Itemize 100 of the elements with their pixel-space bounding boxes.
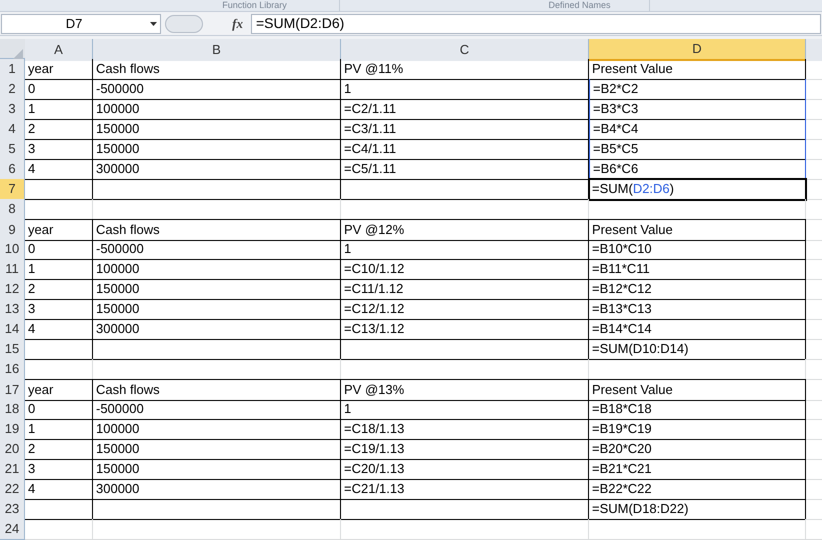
table-cell[interactable]: 2 [25,279,93,300]
table-cell[interactable]: =C19/1.13 [341,439,589,460]
table-cell[interactable]: year [25,379,93,400]
table-cell[interactable]: 2 [25,439,93,460]
table-cell[interactable]: 150000 [93,299,341,320]
table-cell[interactable]: 150000 [93,439,341,460]
table-cell[interactable]: 150000 [93,139,341,160]
table-cell[interactable]: 0 [25,79,93,100]
formula-field[interactable]: =SUM(D2:D6) [251,14,821,34]
table-cell[interactable]: year [25,219,93,240]
table-cell[interactable]: =B6*C6 [589,159,806,180]
table-cell[interactable]: =C20/1.13 [341,459,589,480]
table-cell[interactable]: =C11/1.12 [341,279,589,300]
row-header[interactable]: 9 [0,219,25,240]
resize-handle[interactable] [165,14,203,32]
table-cell[interactable]: =B21*C21 [589,459,806,480]
row-header[interactable]: 16 [0,359,25,380]
row-header[interactable]: 13 [0,299,25,320]
table-cell[interactable]: PV @11% [341,59,589,80]
table-cell[interactable]: 1 [341,239,589,260]
row-header[interactable]: 23 [0,499,25,520]
row-header[interactable]: 21 [0,459,25,480]
table-cell[interactable]: 300000 [93,159,341,180]
row-header[interactable]: 11 [0,259,25,280]
table-cell[interactable]: =SUM(D2:D6) [589,179,806,200]
table-cell[interactable]: 1 [341,399,589,420]
row-header[interactable]: 2 [0,79,25,100]
table-cell[interactable]: =B20*C20 [589,439,806,460]
table-cell[interactable] [93,339,341,360]
table-cell[interactable]: 3 [25,139,93,160]
table-cell[interactable]: 1 [341,79,589,100]
row-header[interactable]: 20 [0,439,25,460]
table-cell[interactable]: 3 [25,459,93,480]
row-header[interactable]: 15 [0,339,25,360]
table-cell[interactable]: =B2*C2 [589,79,806,100]
table-cell[interactable]: PV @13% [341,379,589,400]
table-cell[interactable]: 1 [25,99,93,120]
row-header[interactable]: 12 [0,279,25,300]
table-cell[interactable]: 150000 [93,279,341,300]
table-cell[interactable]: -500000 [93,79,341,100]
table-cell[interactable]: 3 [25,299,93,320]
table-cell[interactable]: -500000 [93,399,341,420]
table-cell[interactable] [93,179,341,200]
row-header[interactable]: 17 [0,379,25,400]
table-cell[interactable]: -500000 [93,239,341,260]
table-cell[interactable]: =C21/1.13 [341,479,589,500]
table-cell[interactable]: =B18*C18 [589,399,806,420]
table-cell[interactable]: 4 [25,319,93,340]
row-header[interactable]: 24 [0,519,25,540]
table-cell[interactable]: =C10/1.12 [341,259,589,280]
column-header[interactable]: D [589,39,806,60]
table-cell[interactable]: =C3/1.11 [341,119,589,140]
table-cell[interactable]: Cash flows [93,59,341,80]
column-header[interactable]: B [93,39,341,60]
row-header[interactable]: 8 [0,199,25,220]
table-cell[interactable]: 300000 [93,479,341,500]
table-cell[interactable]: 1 [25,259,93,280]
table-cell[interactable]: year [25,59,93,80]
row-header[interactable]: 19 [0,419,25,440]
table-cell[interactable]: =B11*C11 [589,259,806,280]
table-cell[interactable] [93,499,341,520]
table-cell[interactable]: =C18/1.13 [341,419,589,440]
table-cell[interactable]: =B13*C13 [589,299,806,320]
table-cell[interactable]: =B5*C5 [589,139,806,160]
table-cell[interactable]: =B19*C19 [589,419,806,440]
table-cell[interactable]: =C13/1.12 [341,319,589,340]
table-cell[interactable]: Present Value [589,379,806,400]
table-cell[interactable]: 4 [25,479,93,500]
row-header[interactable]: 18 [0,399,25,420]
table-cell[interactable]: 150000 [93,119,341,140]
table-cell[interactable]: =B22*C22 [589,479,806,500]
table-cell[interactable]: =B3*C3 [589,99,806,120]
table-cell[interactable]: =C4/1.11 [341,139,589,160]
table-cell[interactable] [25,179,93,200]
column-header[interactable]: C [341,39,589,60]
table-cell[interactable] [341,499,589,520]
row-header[interactable]: 7 [0,179,25,200]
table-cell[interactable]: 0 [25,239,93,260]
table-cell[interactable]: 2 [25,119,93,140]
table-cell[interactable]: PV @12% [341,219,589,240]
table-cell[interactable]: 100000 [93,419,341,440]
table-cell[interactable]: =SUM(D18:D22) [589,499,806,520]
table-cell[interactable]: Present Value [589,219,806,240]
name-box[interactable]: D7 [1,14,161,34]
table-cell[interactable]: =C12/1.12 [341,299,589,320]
table-cell[interactable]: 150000 [93,459,341,480]
table-cell[interactable]: 100000 [93,259,341,280]
row-header[interactable]: 1 [0,59,25,80]
table-cell[interactable]: 4 [25,159,93,180]
fx-button[interactable]: fx [207,14,247,34]
row-header[interactable]: 4 [0,119,25,140]
table-cell[interactable]: =C2/1.11 [341,99,589,120]
row-header[interactable]: 3 [0,99,25,120]
column-header[interactable]: A [25,39,93,60]
table-cell[interactable]: =SUM(D10:D14) [589,339,806,360]
table-cell[interactable]: Present Value [589,59,806,80]
table-cell[interactable]: =B4*C4 [589,119,806,140]
table-cell[interactable] [25,339,93,360]
table-cell[interactable]: =B12*C12 [589,279,806,300]
table-cell[interactable] [341,339,589,360]
